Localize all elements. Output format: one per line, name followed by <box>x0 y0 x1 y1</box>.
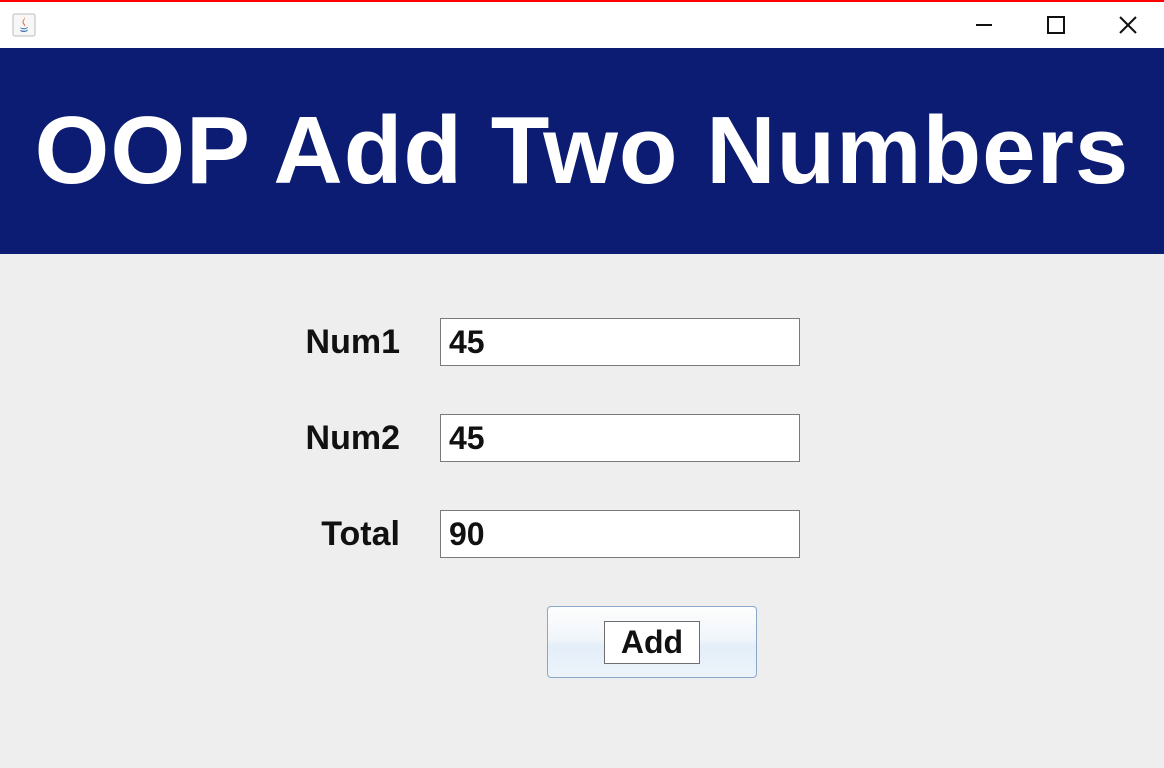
close-button[interactable] <box>1092 2 1164 48</box>
total-label: Total <box>0 515 440 554</box>
content-panel: Num1 Num2 Total Add <box>0 254 1164 768</box>
maximize-button[interactable] <box>1020 2 1092 48</box>
add-button-inner: Add <box>604 621 700 664</box>
row-num1: Num1 <box>0 318 1164 366</box>
total-input[interactable] <box>440 510 800 558</box>
banner: OOP Add Two Numbers <box>0 48 1164 254</box>
num2-label: Num2 <box>0 419 440 458</box>
window-controls <box>948 2 1164 48</box>
add-button[interactable]: Add <box>547 606 757 678</box>
add-button-label: Add <box>621 624 683 660</box>
maximize-icon <box>1043 12 1069 38</box>
application-window: OOP Add Two Numbers Num1 Num2 Total Add <box>0 0 1164 768</box>
title-bar <box>0 2 1164 48</box>
close-icon <box>1115 12 1141 38</box>
action-row: Add <box>0 606 1164 678</box>
num1-label: Num1 <box>0 323 440 362</box>
row-total: Total <box>0 510 1164 558</box>
row-num2: Num2 <box>0 414 1164 462</box>
minimize-icon <box>970 11 998 39</box>
minimize-button[interactable] <box>948 2 1020 48</box>
java-app-icon <box>12 13 36 37</box>
banner-heading: OOP Add Two Numbers <box>35 96 1130 206</box>
num2-input[interactable] <box>440 414 800 462</box>
num1-input[interactable] <box>440 318 800 366</box>
